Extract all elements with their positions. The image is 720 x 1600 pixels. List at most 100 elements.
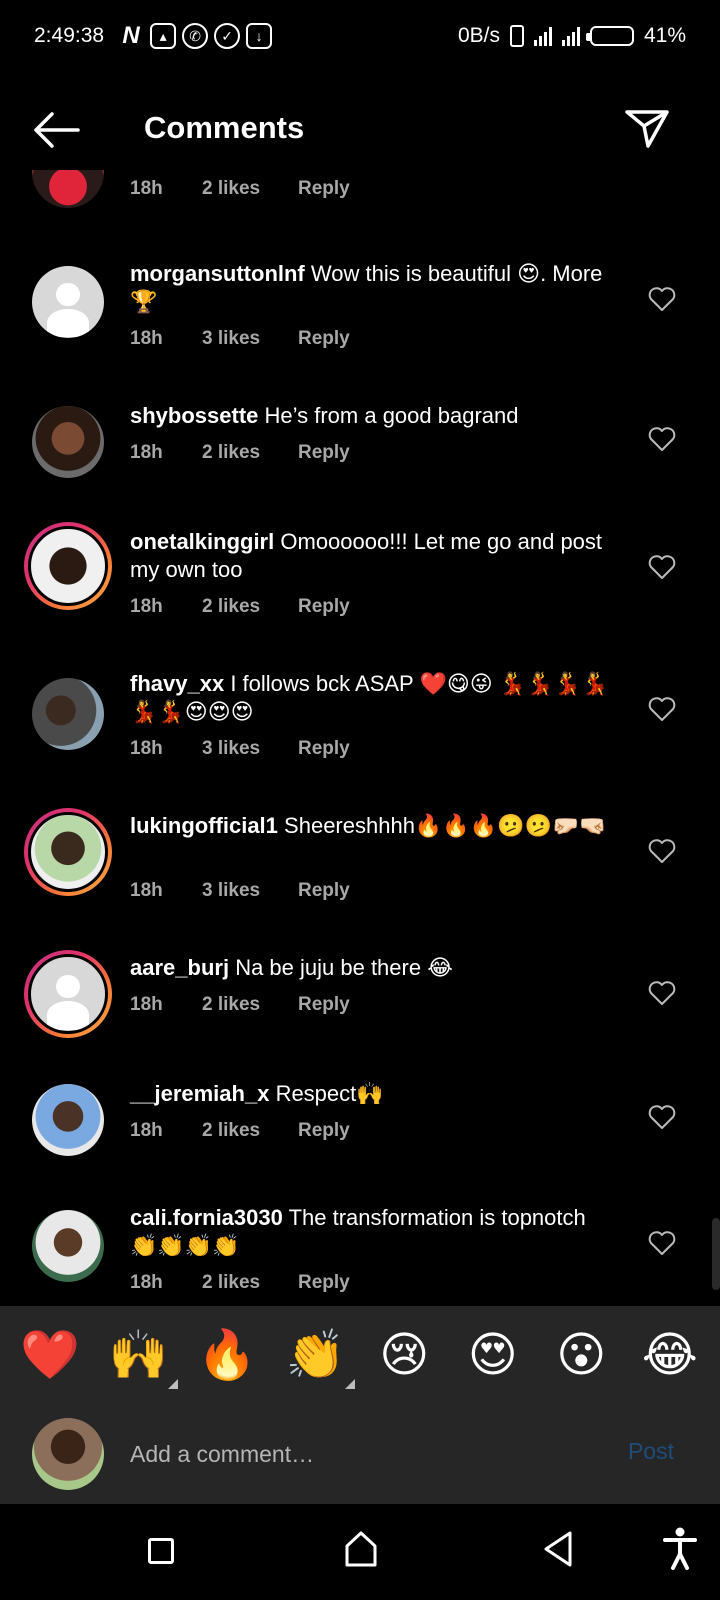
avatar[interactable] <box>32 170 104 208</box>
emoji-laughing-button[interactable]: 😂 <box>635 1327 705 1383</box>
emoji-glyph: 🙌 <box>108 1327 169 1383</box>
avatar[interactable] <box>32 406 104 478</box>
comment-likes[interactable]: 3 likes <box>202 880 298 902</box>
avatar-story-ring[interactable] <box>24 808 112 896</box>
comment-likes[interactable]: 2 likes <box>202 178 298 200</box>
comment-text-block: shybossette He’s from a good bagrand <box>130 402 610 430</box>
comment-likes[interactable]: 2 likes <box>202 1120 298 1142</box>
share-icon[interactable] <box>624 106 670 150</box>
comment-username[interactable]: morgansuttonlnf <box>130 261 305 286</box>
reply-button[interactable]: Reply <box>298 1272 350 1294</box>
reply-button[interactable]: Reply <box>298 738 350 760</box>
like-heart-icon[interactable] <box>648 426 676 452</box>
avatar <box>28 812 108 892</box>
reply-button[interactable]: Reply <box>298 1120 350 1142</box>
comment-time: 18h <box>130 880 163 901</box>
comment-likes[interactable]: 3 likes <box>202 738 298 760</box>
comment-time: 18h <box>130 994 163 1015</box>
like-heart-icon[interactable] <box>648 1230 676 1256</box>
emoji-fire-button[interactable]: 🔥 <box>192 1327 262 1383</box>
avatar[interactable] <box>32 678 104 750</box>
avatar-placeholder-body <box>47 309 89 337</box>
emoji-heart-button[interactable]: ❤️ <box>15 1327 85 1383</box>
avatar-placeholder-head <box>56 283 80 307</box>
reply-button[interactable]: Reply <box>298 596 350 618</box>
comment-username[interactable]: __jeremiah_x <box>130 1081 269 1106</box>
download-icon: ↓ <box>246 23 273 49</box>
comment-text-block: cali.fornia3030 The transformation is to… <box>130 1204 610 1260</box>
comment-username[interactable]: lukingofficial1 <box>130 813 278 838</box>
reply-button[interactable]: Reply <box>298 994 350 1016</box>
comment-meta: 18h 3 likes Reply <box>130 738 350 760</box>
comment-time: 18h <box>130 328 163 349</box>
comment-time: 18h <box>130 178 163 199</box>
like-heart-icon[interactable] <box>648 838 676 864</box>
comment-text: He’s from a good bagrand <box>264 403 519 428</box>
avatar <box>28 954 108 1034</box>
system-nav-bar <box>0 1504 720 1600</box>
skin-tone-indicator <box>167 1379 178 1389</box>
comment-meta: 18h 2 likes Reply <box>130 596 350 618</box>
comment-text-block: morgansuttonlnf Wow this is beautiful 😍.… <box>130 260 610 316</box>
emoji-raised-hands-button[interactable]: 🙌 <box>104 1327 178 1389</box>
like-heart-icon[interactable] <box>648 554 676 580</box>
comment-time: 18h <box>130 442 163 463</box>
emoji-heart-eyes-button[interactable]: 😍 <box>458 1327 528 1383</box>
back-arrow-icon[interactable] <box>32 110 80 150</box>
post-button[interactable]: Post <box>628 1438 674 1465</box>
avatar-story-ring[interactable] <box>24 950 112 1038</box>
comment-composer: Post <box>0 1404 720 1504</box>
header: Comments <box>0 90 720 170</box>
gallery-icon: ▴ <box>150 23 177 49</box>
like-heart-icon[interactable] <box>648 696 676 722</box>
status-bar: 2:49:38 N ▴ ✆ ✓ ↓ 0B/s 41% <box>0 0 720 72</box>
add-comment-input[interactable] <box>130 1430 590 1478</box>
reply-button[interactable]: Reply <box>298 178 350 200</box>
comments-list[interactable]: 18h 2 likes Reply morgansuttonlnf Wow th… <box>0 170 720 1306</box>
emoji-surprised-button[interactable]: 😮 <box>546 1327 616 1383</box>
check-circle-icon: ✓ <box>214 23 241 49</box>
reply-button[interactable]: Reply <box>298 328 350 350</box>
scrollbar-thumb[interactable] <box>712 1218 720 1290</box>
emoji-crying-button[interactable]: 😢 <box>369 1327 439 1383</box>
avatar[interactable] <box>32 1084 104 1156</box>
comment-likes[interactable]: 3 likes <box>202 328 298 350</box>
home-icon[interactable] <box>344 1530 378 1568</box>
avatar[interactable] <box>32 1210 104 1282</box>
avatar[interactable] <box>32 266 104 338</box>
comment-text-block: fhavy_xx I follows bck ASAP ❤️😋😜 💃💃💃💃💃💃😍… <box>130 670 610 726</box>
comment-meta: 18h 3 likes Reply <box>130 328 350 350</box>
comment-likes[interactable]: 2 likes <box>202 994 298 1016</box>
comment-username[interactable]: aare_burj <box>130 955 229 980</box>
comment-text-block: aare_burj Na be juju be there 😂 <box>130 954 610 982</box>
like-heart-icon[interactable] <box>648 1104 676 1130</box>
emoji-glyph: 👏 <box>285 1327 346 1383</box>
comment-likes[interactable]: 2 likes <box>202 1272 298 1294</box>
battery-icon <box>585 26 634 46</box>
comment-text-block: lukingofficial1 Sheereshhhh🔥🔥🔥🫤🫤🤛🏻🤜🏻 <box>130 812 610 840</box>
vibrate-icon <box>509 25 524 47</box>
comment-username[interactable]: cali.fornia3030 <box>130 1205 283 1230</box>
comment-likes[interactable]: 2 likes <box>202 442 298 464</box>
accessibility-icon[interactable] <box>662 1526 698 1570</box>
comment-username[interactable]: fhavy_xx <box>130 671 224 696</box>
comment-meta: 18h 2 likes Reply <box>130 178 350 200</box>
avatar-story-ring[interactable] <box>24 522 112 610</box>
like-heart-icon[interactable] <box>648 286 676 312</box>
reply-button[interactable]: Reply <box>298 880 350 902</box>
comment-username[interactable]: onetalkinggirl <box>130 529 274 554</box>
netflix-icon: N <box>122 22 140 49</box>
whatsapp-icon: ✆ <box>182 23 209 49</box>
comment-likes[interactable]: 2 likes <box>202 596 298 618</box>
reply-button[interactable]: Reply <box>298 442 350 464</box>
comment-meta: 18h 3 likes Reply <box>130 880 350 902</box>
comment-time: 18h <box>130 1120 163 1141</box>
back-triangle-icon[interactable] <box>542 1530 574 1568</box>
comment-text: Sheereshhhh🔥🔥🔥🫤🫤🤛🏻🤜🏻 <box>284 813 607 838</box>
current-user-avatar <box>32 1418 104 1490</box>
comment-meta: 18h 2 likes Reply <box>130 1272 350 1294</box>
recents-icon[interactable] <box>148 1538 174 1564</box>
like-heart-icon[interactable] <box>648 980 676 1006</box>
comment-username[interactable]: shybossette <box>130 403 258 428</box>
emoji-clap-button[interactable]: 👏 <box>281 1327 355 1389</box>
